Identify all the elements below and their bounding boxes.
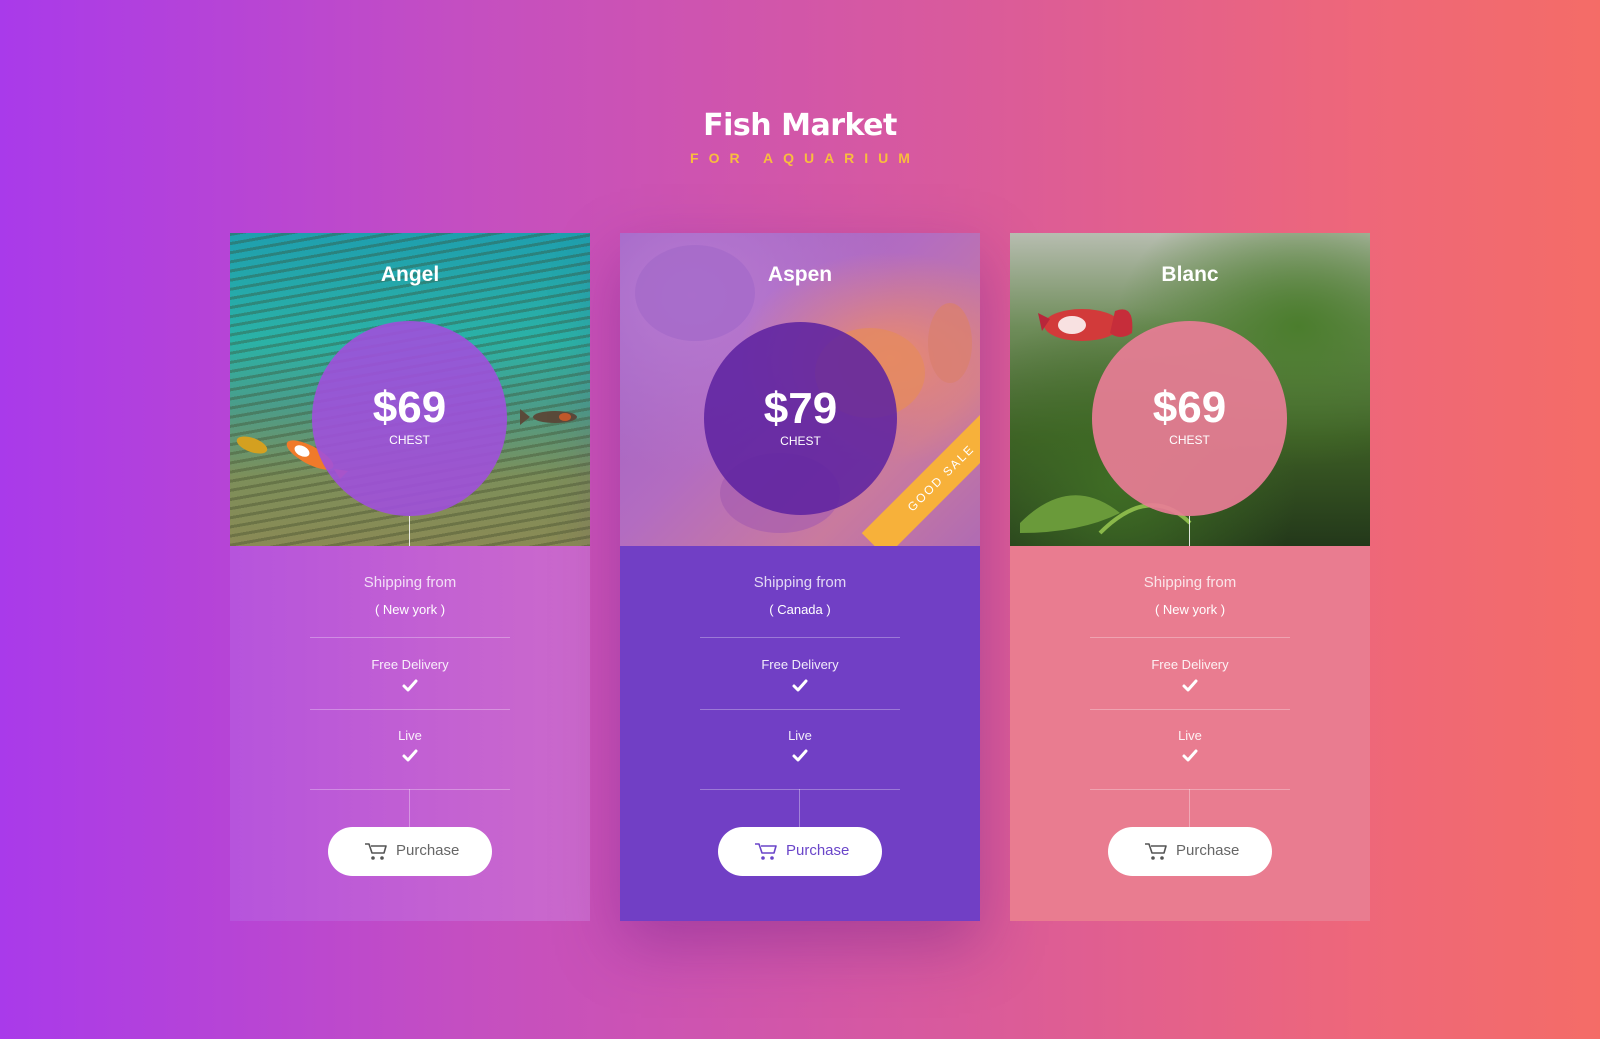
check-icon <box>402 679 418 692</box>
cart-icon <box>755 843 777 860</box>
pricing-cards: Angel $69 CHEST Shipping from ( New york… <box>230 233 1371 921</box>
purchase-button[interactable]: Purchase <box>328 827 492 876</box>
check-icon <box>1182 749 1198 762</box>
feature-live: Live <box>788 728 812 743</box>
card-details: Shipping from ( Canada ) Free Delivery L… <box>620 546 980 921</box>
price-circle: $79 CHEST <box>704 322 897 515</box>
feature-free-delivery: Free Delivery <box>1151 657 1229 672</box>
purchase-button[interactable]: Purchase <box>1108 827 1272 876</box>
divider <box>1090 789 1290 790</box>
divider <box>1090 709 1290 710</box>
pricing-card-aspen: Aspen $79 CHEST GOOD SALE Shipping from … <box>620 233 980 921</box>
shipping-label: Shipping from <box>1143 574 1237 591</box>
check-icon <box>402 749 418 762</box>
feature-free-delivery: Free Delivery <box>371 657 449 672</box>
card-image: Aspen $79 CHEST GOOD SALE <box>620 233 980 546</box>
purchase-label: Purchase <box>1176 842 1240 859</box>
feature-free-delivery: Free Delivery <box>761 657 839 672</box>
purchase-label: Purchase <box>786 842 850 859</box>
divider <box>700 789 900 790</box>
card-image: Angel $69 CHEST <box>230 233 590 546</box>
connector-line <box>409 789 410 827</box>
connector-line <box>1189 789 1190 827</box>
connector-line <box>1189 516 1190 546</box>
card-image: Blanc $69 CHEST <box>1010 233 1370 546</box>
price-circle: $69 CHEST <box>1092 321 1287 516</box>
purchase-label: Purchase <box>396 842 460 859</box>
page-header: Fish Market FOR AQUARIUM <box>0 104 1600 166</box>
purchase-button[interactable]: Purchase <box>718 827 882 876</box>
shipping-origin: ( Canada ) <box>769 602 831 617</box>
card-title: Aspen <box>767 263 833 286</box>
check-icon <box>1182 679 1198 692</box>
check-icon <box>792 679 808 692</box>
card-details: Shipping from ( New york ) Free Delivery… <box>230 546 590 921</box>
check-icon <box>792 749 808 762</box>
card-details: Shipping from ( New york ) Free Delivery… <box>1010 546 1370 921</box>
divider <box>700 709 900 710</box>
price-unit: CHEST <box>1169 433 1210 447</box>
shipping-origin: ( New york ) <box>374 602 446 617</box>
divider <box>700 637 900 638</box>
price-value: $69 <box>1152 383 1227 432</box>
price-value: $69 <box>372 383 447 432</box>
connector-line <box>409 516 410 546</box>
pricing-card-blanc: Blanc $69 CHEST Shipping from ( New york… <box>1010 233 1370 921</box>
shipping-label: Shipping from <box>363 574 457 591</box>
divider <box>310 709 510 710</box>
divider <box>310 637 510 638</box>
page-subtitle: FOR AQUARIUM <box>690 150 920 166</box>
cart-icon <box>1145 843 1167 860</box>
cart-icon <box>365 843 387 860</box>
price-unit: CHEST <box>389 433 430 447</box>
card-title: Blanc <box>1161 263 1219 286</box>
divider <box>310 789 510 790</box>
page-title: Fish Market <box>703 108 897 143</box>
price-circle: $69 CHEST <box>312 321 507 516</box>
price-unit: CHEST <box>780 434 821 448</box>
shipping-label: Shipping from <box>753 574 847 591</box>
connector-line <box>799 789 800 827</box>
price-value: $79 <box>763 384 838 433</box>
card-title: Angel <box>380 263 440 286</box>
pricing-card-angel: Angel $69 CHEST Shipping from ( New york… <box>230 233 590 921</box>
feature-live: Live <box>398 728 422 743</box>
shipping-origin: ( New york ) <box>1154 602 1226 617</box>
feature-live: Live <box>1178 728 1202 743</box>
divider <box>1090 637 1290 638</box>
